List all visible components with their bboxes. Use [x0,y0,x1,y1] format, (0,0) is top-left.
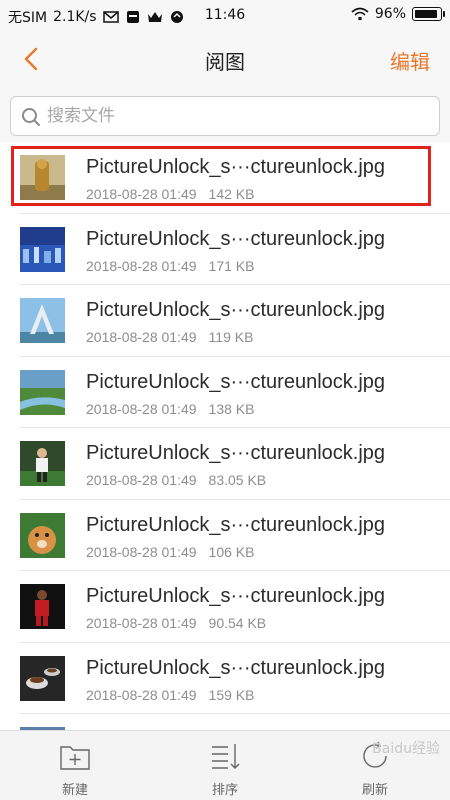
file-row[interactable]: PictureUnlock_s···ctureunlock.jpg 2018-08… [0,428,450,500]
file-size: 138 KB [208,400,255,417]
file-name: PictureUnlock_s···ctureunlock.jpg [86,156,386,178]
file-row[interactable]: PictureUnlock_s···ctureunlock.jpg 2018-08… [0,285,450,357]
file-size: 159 KB [208,686,255,703]
file-meta: 2018-08-28 01:49 138 KB [86,401,254,417]
file-row[interactable]: PictureUnlock_s···ctureunlock.jpg 2018-08… [0,356,450,428]
file-meta: 2018-08-28 01:49 171 KB [86,258,254,274]
file-name: PictureUnlock_s···ctureunlock.jpg [86,227,386,250]
file-row[interactable]: PictureUnlock_s···ctureunlock.jpg 2018-08… [0,213,450,285]
file-name: PictureUnlock_s···ctureunlock.jpg [86,585,386,607]
search-box[interactable] [10,96,440,136]
file-name: PictureUnlock_s···ctureunlock.jpg [86,656,386,679]
battery-icon [412,7,445,21]
file-size: 90.54 KB [208,615,267,631]
new-button[interactable]: 新建 [35,739,115,799]
file-row[interactable]: PictureUnlock_s···ctureunlock.jpg 2018-08… [0,571,450,643]
thumbnail-image [20,155,65,200]
file-date: 2018-08-28 01:49 [86,543,197,560]
wifi-icon [351,7,369,21]
file-meta: 2018-08-28 01:49 119 KB [86,329,253,345]
search-icon [22,108,40,126]
file-date: 2018-08-28 01:49 [86,257,197,274]
file-list: PictureUnlock_s···ctureunlock.jpg 2018-08… [0,142,450,730]
thumbnail-image [20,655,65,701]
file-date: 2018-08-28 01:49 [86,615,197,631]
thumbnail-image [20,512,65,558]
file-meta: 2018-08-28 01:49 142 KB [86,186,254,202]
file-name: PictureUnlock_s···ctureunlock.jpg [86,442,386,464]
file-row[interactable]: PictureUnlock_s···ctureunlock.jpg 2018-08… [0,642,450,714]
file-date: 2018-08-28 01:49 [86,186,197,202]
thumbnail-image [20,369,65,415]
file-date: 2018-08-28 01:49 [86,400,197,417]
refresh-label: 刷新 [361,783,388,798]
file-row-partial[interactable] [0,714,450,730]
file-meta: 2018-08-28 01:49 159 KB [86,687,254,703]
thumbnail-image [20,226,65,272]
file-date: 2018-08-28 01:49 [86,686,197,703]
file-meta: 2018-08-28 01:49 83.05 KB [86,472,266,488]
file-meta: 2018-08-28 01:49 106 KB [86,544,254,560]
status-right: 96% [351,6,445,22]
battery-percent: 96% [374,6,406,22]
file-name: PictureUnlock_s···ctureunlock.jpg [86,513,386,536]
file-row[interactable]: PictureUnlock_s···ctureunlock.jpg 2018-08… [0,142,450,214]
page-title: 阅图 [205,50,245,74]
file-name: PictureUnlock_s···ctureunlock.jpg [86,370,386,393]
file-meta: 2018-08-28 01:49 90.54 KB [86,615,266,631]
back-arrow-icon[interactable] [18,44,46,74]
status-bar: 无SIM 2.1K/s 11:46 96% [0,0,450,32]
edit-button[interactable]: 编辑 [390,46,430,75]
search-input[interactable] [47,97,427,135]
file-row[interactable]: PictureUnlock_s···ctureunlock.jpg 2018-08… [0,499,450,571]
thumbnail-image [20,298,65,343]
sort-button[interactable]: 排序 [185,739,265,799]
file-date: 2018-08-28 01:49 [86,329,197,345]
new-label: 新建 [61,783,88,798]
sort-icon [212,744,240,769]
file-size: 142 KB [208,186,255,202]
file-date: 2018-08-28 01:49 [86,472,197,488]
new-folder-icon [60,746,90,770]
watermark: Baidu经验 [372,741,440,757]
file-size: 119 KB [208,329,254,345]
thumbnail-image [20,584,65,629]
sort-label: 排序 [211,783,238,798]
app-header: 阅图 编辑 [0,32,450,86]
file-size: 106 KB [208,543,255,560]
file-size: 83.05 KB [208,472,267,488]
file-name: PictureUnlock_s···ctureunlock.jpg [86,299,386,321]
thumbnail-image [20,441,65,486]
file-size: 171 KB [208,257,255,274]
